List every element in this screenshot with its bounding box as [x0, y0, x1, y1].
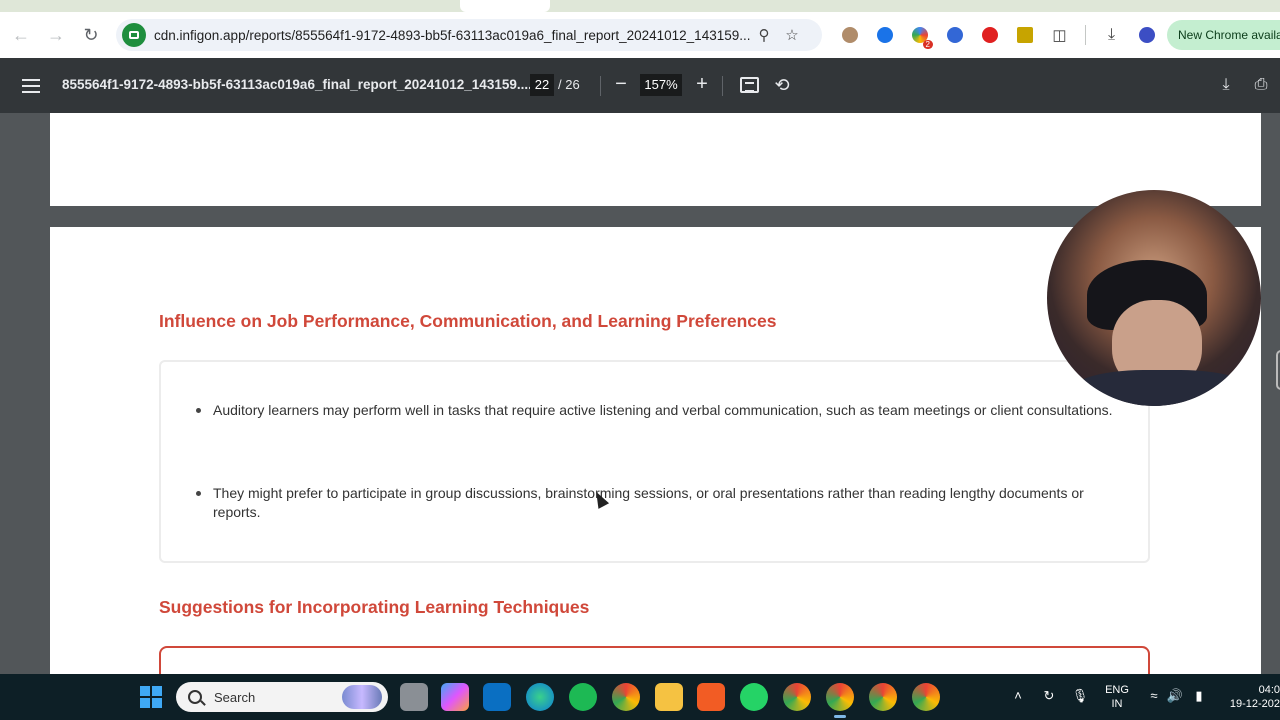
- reload-icon: ↻: [83, 24, 99, 45]
- extension-yellow-icon[interactable]: [1007, 19, 1042, 51]
- page-number-input[interactable]: 22: [530, 74, 554, 96]
- toolbar-divider: [722, 76, 723, 96]
- brave-icon[interactable]: [697, 683, 725, 711]
- zoom-out-button[interactable]: −: [611, 72, 631, 96]
- zoom-level-input[interactable]: 157%: [640, 74, 682, 96]
- zoom-search-icon[interactable]: ⚲: [750, 21, 778, 49]
- fit-page-icon[interactable]: [740, 77, 759, 93]
- search-placeholder: Search: [214, 689, 256, 705]
- extensions-area: 2 ◫ ⤓: [832, 19, 1164, 51]
- extension-avatar-icon[interactable]: [832, 19, 867, 51]
- browser-toolbar: ← → ↻ cdn.infigon.app/reports/855564f1-9…: [0, 12, 1280, 58]
- webcam-overlay: [1047, 190, 1261, 406]
- chrome-profile-icon[interactable]: [869, 683, 897, 711]
- search-highlight-icon: [342, 685, 382, 709]
- toolbar-divider: [1085, 25, 1086, 45]
- profile-icon[interactable]: [1129, 19, 1164, 51]
- download-icon[interactable]: ⤓: [1215, 74, 1237, 96]
- rotate-icon[interactable]: ⟲: [771, 74, 793, 96]
- clock[interactable]: 04:0 19-12-202: [1222, 683, 1280, 711]
- edge-icon[interactable]: [526, 683, 554, 711]
- extension-badge: 2: [922, 40, 933, 49]
- battery-icon[interactable]: ▮: [1190, 687, 1208, 705]
- active-tab[interactable]: [460, 0, 550, 12]
- copilot-icon[interactable]: [441, 683, 469, 711]
- section-heading: Suggestions for Incorporating Learning T…: [159, 597, 590, 617]
- task-view-icon[interactable]: [400, 683, 428, 711]
- bookmark-star-icon[interactable]: ☆: [778, 21, 806, 49]
- wifi-icon[interactable]: ≈: [1145, 687, 1163, 705]
- file-explorer-icon[interactable]: [655, 683, 683, 711]
- menu-icon[interactable]: [22, 79, 40, 93]
- clock-time: 04:0: [1258, 684, 1280, 696]
- clock-date: 19-12-202: [1229, 698, 1280, 710]
- chrome-icon[interactable]: [612, 683, 640, 711]
- whatsapp-icon[interactable]: [740, 683, 768, 711]
- chevron-up-icon[interactable]: ˄: [1009, 687, 1027, 705]
- language-bottom: IN: [1111, 698, 1123, 710]
- vscode-icon[interactable]: [483, 683, 511, 711]
- language-indicator[interactable]: ENG IN: [1103, 683, 1131, 711]
- address-bar[interactable]: cdn.infigon.app/reports/855564f1-9172-48…: [116, 19, 822, 51]
- extension-colorful-icon[interactable]: 2: [902, 19, 937, 51]
- webcam-person-shirt: [1067, 370, 1257, 406]
- previous-page: [50, 113, 1261, 206]
- arrow-right-icon: →: [47, 24, 65, 45]
- page-total: / 26: [558, 77, 580, 92]
- print-icon[interactable]: ⎙: [1250, 74, 1272, 96]
- site-info-icon[interactable]: [122, 23, 146, 47]
- extensions-puzzle-icon[interactable]: ◫: [1042, 19, 1077, 51]
- section-heading: Influence on Job Performance, Communicat…: [159, 311, 777, 331]
- chrome-active-icon[interactable]: [826, 683, 854, 718]
- sync-icon[interactable]: ↻: [1040, 687, 1058, 705]
- taskbar-search[interactable]: Search: [176, 682, 388, 712]
- extension-red-icon[interactable]: [972, 19, 1007, 51]
- pdf-toolbar: 855564f1-9172-4893-bb5f-63113ac019a6_fin…: [0, 58, 1280, 113]
- chrome-update-button[interactable]: New Chrome availab: [1167, 20, 1280, 50]
- zoom-in-button[interactable]: +: [692, 72, 712, 96]
- extension-circle-icon[interactable]: [937, 19, 972, 51]
- side-panel-handle[interactable]: [1276, 350, 1280, 390]
- bullet-box: Auditory learners may perform well in ta…: [159, 360, 1150, 563]
- toolbar-divider: [600, 76, 601, 96]
- url-text[interactable]: cdn.infigon.app/reports/855564f1-9172-48…: [154, 28, 750, 43]
- windows-start-icon[interactable]: [140, 686, 162, 708]
- language-top: ENG: [1105, 684, 1129, 696]
- search-icon: [188, 690, 202, 704]
- microphone-icon[interactable]: 🎙: [1071, 687, 1089, 705]
- volume-icon[interactable]: 🔊: [1166, 687, 1184, 705]
- pdf-title: 855564f1-9172-4893-bb5f-63113ac019a6_fin…: [62, 77, 532, 92]
- tab-strip: [0, 0, 1280, 12]
- chrome-profile-icon[interactable]: [912, 683, 940, 711]
- chrome-profile-icon[interactable]: [783, 683, 811, 711]
- spotify-icon[interactable]: [569, 683, 597, 711]
- arrow-left-icon: ←: [12, 24, 30, 45]
- extension-blue-icon[interactable]: [867, 19, 902, 51]
- list-item: Auditory learners may perform well in ta…: [196, 402, 1113, 418]
- forward-button[interactable]: →: [39, 18, 73, 52]
- suggestions-box: [159, 646, 1150, 674]
- list-item: They might prefer to participate in grou…: [196, 484, 1113, 522]
- downloads-icon[interactable]: ⤓: [1094, 19, 1129, 51]
- windows-taskbar: Search ˄ ↻ 🎙 ENG IN ≈ 🔊 ▮ 04:0 19-12-202: [0, 674, 1280, 720]
- back-button[interactable]: ←: [4, 18, 38, 52]
- reload-button[interactable]: ↻: [74, 18, 108, 52]
